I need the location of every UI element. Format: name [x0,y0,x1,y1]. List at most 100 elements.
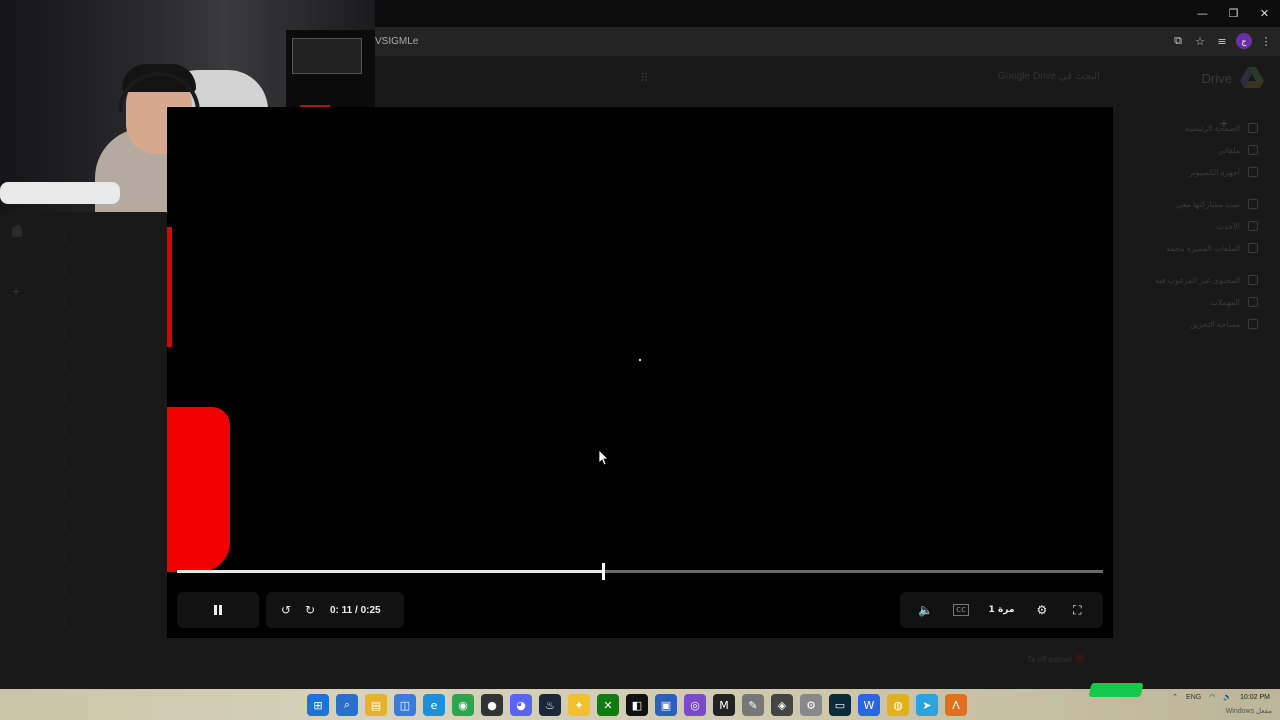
forward-10-button[interactable]: ↻ [302,601,318,619]
speed-button[interactable]: 1 مرة [989,601,1015,619]
store-icon[interactable]: ◫ [394,694,416,716]
window-icon[interactable]: ▣ [655,694,677,716]
search-icon[interactable]: ⌕ [336,694,358,716]
restore-button[interactable]: ❐ [1218,0,1249,27]
tray-clock[interactable]: 10:02 PM [1240,694,1270,701]
drive-search-input[interactable]: Google Drive البحث في [998,71,1100,82]
settings-button[interactable]: ⚙ [1034,601,1050,619]
list-item[interactable]: ⋮ [60,264,80,296]
home-icon [1248,123,1258,133]
tray-lang[interactable]: ENG [1186,694,1201,701]
video-frame-red-shape [167,407,230,572]
pause-button[interactable] [210,601,226,619]
app-orange-icon[interactable]: Λ [945,694,967,716]
kebab-menu-icon[interactable]: ⋮ [1258,33,1274,49]
trash-icon [1248,297,1258,307]
wifi-icon[interactable]: ◠ [1209,693,1215,701]
add-icon[interactable]: + [12,283,20,299]
list-item[interactable]: ⋮ [60,296,80,328]
video-player[interactable]: ↺ ↻ 0: 11 / 0:25 🔈 cc 1 مرة ⚙ ⛶ [167,107,1113,638]
bookmark-star-icon[interactable]: ☆ [1192,33,1208,49]
chat-icon[interactable]: ◍ [887,694,909,716]
time-display: 0: 11 / 0:25 [330,604,381,616]
rewind-10-button[interactable]: ↺ [278,601,294,619]
app-purple-icon[interactable]: ◎ [684,694,706,716]
list-item[interactable]: ⋮ [60,488,80,520]
chrome-icon[interactable]: ◉ [452,694,474,716]
list-item[interactable]: ⋮ [60,584,80,616]
cloud-icon [1248,319,1258,329]
sidebar-item-computers[interactable]: أجهزة الكمبيوتر [1120,161,1280,183]
progress-thumb[interactable] [601,563,605,580]
webcam-box [292,38,362,74]
obs-icon[interactable]: ● [481,694,503,716]
install-app-icon[interactable]: ⧉ [1170,33,1186,49]
volume-icon: 🔈 [918,603,934,617]
forward-10-icon: ↻ [304,603,316,617]
capcut-icon[interactable]: ◧ [626,694,648,716]
file-explorer-icon[interactable]: ▤ [365,694,387,716]
list-item[interactable]: ⋮ [60,616,80,648]
list-item[interactable]: ⋮ [60,392,80,424]
fullscreen-button[interactable]: ⛶ [1069,601,1085,619]
mouse-cursor-icon [599,450,609,466]
sidebar-item-recent[interactable]: الأحدث [1120,215,1280,237]
sidebar-item-spam[interactable]: المحتوى غير المرغوب فيه [1120,269,1280,291]
xbox-icon[interactable]: ✕ [597,694,619,716]
sidebar-item-shared[interactable]: تمت مشاركتها معي [1120,193,1280,215]
clock-icon [1248,221,1258,231]
url-text[interactable]: VSIGMLe [375,36,418,47]
speaker-icon[interactable]: 🔈 [1223,693,1232,701]
minimize-button[interactable]: — [1187,0,1218,27]
footer-right-text: Ts off subset [1027,655,1072,664]
media-control-icon[interactable]: ≡ [1214,33,1230,49]
speed-label: 1 مرة [988,605,1015,615]
list-item[interactable]: ⋮ [60,360,80,392]
list-item[interactable]: ⋮ [60,424,80,456]
media-icon[interactable]: ◈ [771,694,793,716]
terminal-icon[interactable]: ▭ [829,694,851,716]
steam-icon[interactable]: ♨ [539,694,561,716]
address-bar[interactable]: VSIGMLe ⧉ ☆ ≡ ج ⋮ [375,27,1280,57]
sidebar-item-my-drive[interactable]: ملفاتي [1120,139,1280,161]
heart-icon [1076,654,1084,662]
progress-bar[interactable] [177,563,1103,580]
windows-start-icon[interactable]: ⊞ [307,694,329,716]
microphone-arm [0,182,120,204]
medium-icon[interactable]: M [713,694,735,716]
fullscreen-icon: ⛶ [1073,602,1082,617]
apps-grid-icon[interactable]: ⠿ [640,71,649,85]
computer-icon [1248,167,1258,177]
settings-icon[interactable]: ⚙ [800,694,822,716]
word-icon[interactable]: W [858,694,880,716]
discord-icon[interactable]: ◕ [510,694,532,716]
list-item[interactable]: ⋮ [60,456,80,488]
seek-control-group: ↺ ↻ 0: 11 / 0:25 [266,592,404,628]
tray-chevron-icon[interactable]: ⌃ [1172,693,1178,701]
person-icon[interactable] [12,225,22,237]
gear-icon: ⚙ [1036,603,1048,617]
activation-watermark: Windows مفعل [1225,708,1272,715]
sidebar-item-home[interactable]: الصفحة الرئيسية [1120,117,1280,139]
list-item[interactable]: ⋮ [60,520,80,552]
drive-logo-icon [1240,67,1264,88]
list-item[interactable]: ⋮ [60,328,80,360]
list-item[interactable]: ⋮ [60,232,80,264]
sidebar-item-starred[interactable]: الملفات المميزة بنجمة [1120,237,1280,259]
spam-icon [1248,275,1258,285]
drive-logo-text: Drive [1201,71,1232,86]
telegram-icon[interactable]: ➤ [916,694,938,716]
volume-button[interactable]: 🔈 [918,601,934,619]
star-icon [1248,243,1258,253]
file-list: ⋮ ⋮ ⋮ ⋮ ⋮ ⋮ ⋮ ⋮ ⋮ ⋮ ⋮ ⋮ ⋮ [60,232,80,648]
list-item[interactable]: ⋮ [60,552,80,584]
profile-avatar[interactable]: ج [1236,33,1252,49]
edge-icon[interactable]: e [423,694,445,716]
close-button[interactable]: ✕ [1249,0,1280,27]
sidebar-item-trash[interactable]: المهملات [1120,291,1280,313]
sidebar-item-storage[interactable]: مساحة التخزين [1120,313,1280,335]
system-tray: ⌃ ENG ◠ 🔈 10:02 PM [1172,693,1270,702]
tool-icon[interactable]: ✎ [742,694,764,716]
captions-button[interactable]: cc [953,601,970,619]
app-icon[interactable]: ✦ [568,694,590,716]
